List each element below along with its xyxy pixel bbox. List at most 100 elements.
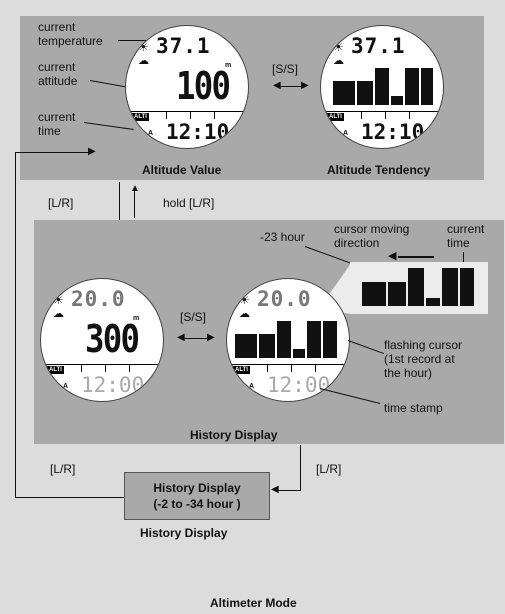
lr-bottom-left-label: [L/R] <box>50 462 76 476</box>
tendency-bar <box>426 298 440 306</box>
divider-tick <box>190 111 191 119</box>
current-temperature-label: current temperature <box>38 20 103 48</box>
cursor-direction-arrowhead: ◀ <box>388 250 397 262</box>
temperature-unit: °C <box>323 287 335 298</box>
time-stamp-label: time stamp <box>384 401 443 415</box>
divider-tick <box>385 111 386 119</box>
cloud-icon: ☁ <box>53 308 64 320</box>
altitude-unit: m <box>133 315 140 322</box>
history-range-box: History Display (-2 to -34 hour ) <box>124 472 270 520</box>
time-reading: 12:00 <box>81 373 145 397</box>
temperature-reading: 37.1 <box>156 34 211 58</box>
arrow-right-head: ▶ <box>207 332 215 343</box>
history-range-title: History Display <box>153 481 241 495</box>
current-attitude-label: current attitude <box>38 60 78 88</box>
time-reading: 12:10 <box>166 120 230 144</box>
history-ss-switch-label: [S/S] <box>180 310 207 324</box>
history-range-hours: (-2 to -34 hour ) <box>153 497 241 511</box>
tendency-bar <box>333 81 355 105</box>
history-box-connector-down <box>300 445 301 491</box>
tendency-bar <box>460 268 474 306</box>
tendency-bar <box>421 68 433 105</box>
altitude-value-caption: Altitude Value <box>142 163 222 177</box>
cloud-icon: ☁ <box>333 55 344 67</box>
divider-tick <box>361 111 362 119</box>
arrow-left-head: ◀ <box>177 332 185 343</box>
tendency-bar <box>405 68 419 105</box>
time-reading: 12:00 <box>267 373 331 397</box>
tendency-bar <box>259 334 275 358</box>
history-box-connector-head: ◀ <box>271 484 279 495</box>
tendency-bar <box>362 282 386 306</box>
alti-badge: ALTI <box>233 366 250 374</box>
return-loop-head: ▶ <box>88 146 96 157</box>
temperature-reading: 20.0 <box>71 287 126 311</box>
temperature-reading: 37.1 <box>351 34 406 58</box>
cursor-direction-arrow <box>398 256 434 258</box>
history-box-caption: History Display <box>140 526 228 540</box>
hold-lr-up-label: hold [L/R] <box>163 196 215 210</box>
tendency-bar <box>323 321 337 358</box>
return-loop-left <box>15 152 16 498</box>
alti-badge: ALTI <box>327 113 344 121</box>
tendency-bar <box>277 321 291 358</box>
tendency-bar <box>357 81 373 105</box>
zoomed-tendency-inset <box>350 262 488 314</box>
altitude-unit: m <box>225 62 232 69</box>
sun-icon: ☀ <box>239 293 250 307</box>
tendency-bar <box>408 268 424 306</box>
divider-tick <box>166 111 167 119</box>
lr-bottom-right-label: [L/R] <box>316 462 342 476</box>
temperature-unit: °C <box>137 287 149 298</box>
history-tendency-display: ☀ ☁ 20.0 °C ALTI A 12:00 <box>226 278 350 402</box>
tendency-bar <box>235 334 257 358</box>
minus-23-hour-label: -23 hour <box>260 230 305 244</box>
current-time-label: current time <box>38 110 76 138</box>
history-display-caption: History Display <box>190 428 278 442</box>
divider-tick <box>267 364 268 372</box>
ss-switch-label: [S/S] <box>272 62 299 76</box>
divider-tick <box>105 364 106 372</box>
lr-down-label: [L/R] <box>48 196 74 210</box>
history-altitude-display: ☀ ☁ 20.0 °C 300 m ALTI A 12:00 <box>40 278 164 402</box>
altitude-tendency-display: ☀ ☁ 37.1 °C ALTI A 12:10 <box>320 25 444 149</box>
history-box-connector-left <box>278 490 301 491</box>
tendency-bar <box>307 321 321 358</box>
sun-icon: ☀ <box>333 40 344 54</box>
altitude-value-display: ☀ ☁ 37.1 °C 100 m ALTI A 12:10 <box>125 25 249 149</box>
tendency-bar <box>375 68 389 105</box>
tendency-bar <box>391 96 403 105</box>
flashing-cursor-label: flashing cursor (1st record at the hour) <box>384 338 463 380</box>
divider-line <box>41 364 163 365</box>
am-indicator: A <box>148 130 154 137</box>
time-reading: 12:10 <box>361 120 425 144</box>
cursor-direction-label: cursor moving direction <box>334 222 410 250</box>
divider-tick <box>81 364 82 372</box>
cloud-icon: ☁ <box>138 55 149 67</box>
divider-tick <box>315 364 316 372</box>
am-indicator: A <box>343 130 349 137</box>
divider-tick <box>409 111 410 119</box>
return-loop-bottom <box>15 497 124 498</box>
am-indicator: A <box>63 383 69 390</box>
alti-badge: ALTI <box>132 113 149 121</box>
sun-icon: ☀ <box>53 293 64 307</box>
tendency-bar <box>388 282 406 306</box>
divider-tick <box>129 364 130 372</box>
sun-icon: ☀ <box>138 40 149 54</box>
tendency-bar <box>442 268 458 306</box>
page-title: Altimeter Mode <box>210 596 297 610</box>
alti-badge: ALTI <box>47 366 64 374</box>
temperature-unit: °C <box>417 34 429 45</box>
up-arrow-head: ▲ <box>130 183 140 194</box>
altitude-reading: 100 <box>176 64 231 108</box>
divider-tick <box>291 364 292 372</box>
am-indicator: A <box>249 383 255 390</box>
current-time-annotation: current time <box>447 222 485 250</box>
divider-line <box>227 364 349 365</box>
tendency-bar <box>293 349 305 358</box>
arrow-right-head: ▶ <box>301 80 309 91</box>
altitude-tendency-caption: Altitude Tendency <box>327 163 431 177</box>
divider-line <box>126 111 248 112</box>
return-loop-top <box>15 152 93 153</box>
